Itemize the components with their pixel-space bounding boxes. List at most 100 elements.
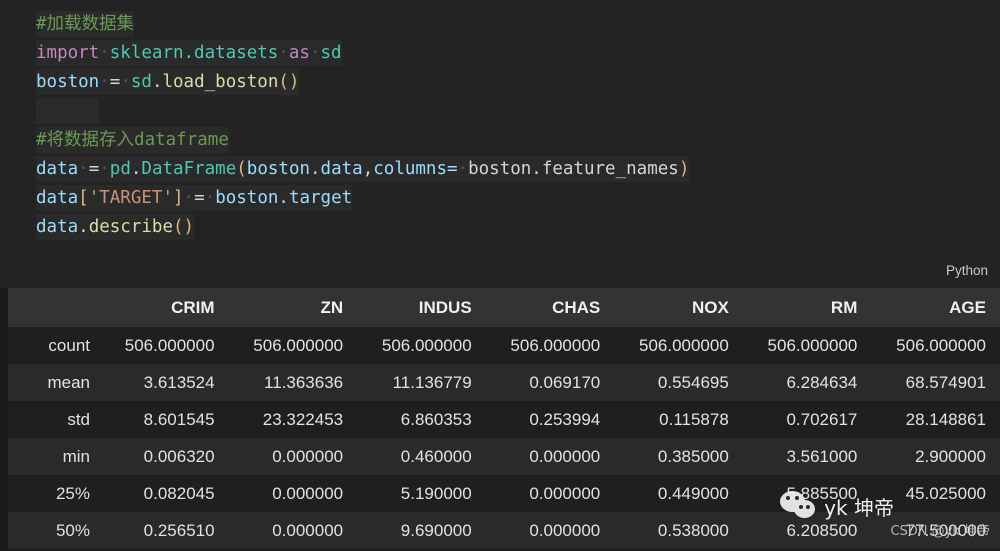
code-segment: data['TARGET']·=·boston.target: [36, 185, 353, 211]
code-token: #加载数据集: [36, 14, 135, 34]
table-cell: 9.690000: [400, 520, 472, 540]
table-cell: 6.860353: [400, 409, 472, 429]
row-index-cell: min: [62, 446, 90, 466]
code-token: load_boston: [162, 72, 279, 92]
code-token: boston.target: [215, 188, 353, 208]
code-token: (): [173, 217, 195, 237]
code-token: boston.data: [246, 159, 363, 179]
table-cell: 0.702617: [786, 409, 858, 429]
code-token: =: [88, 159, 100, 179]
code-token: ·: [278, 43, 289, 63]
table-row: count 506.000000 506.000000 506.000000 506.0…: [8, 327, 1000, 364]
code-token: as: [288, 43, 310, 63]
code-token: data: [36, 159, 79, 179]
code-token: [36, 98, 100, 124]
code-editor[interactable]: #加载数据集 import·sklearn.datasets·as·sd bosto…: [0, 10, 1000, 242]
table-row: min 0.006320 0.000000 0.460000 0.000000 0.385…: [8, 438, 1000, 475]
table-cell: 6.284634: [786, 372, 858, 392]
code-token: ·: [99, 159, 110, 179]
table-cell: 6.208500: [786, 520, 858, 540]
code-line: #加载数据集: [36, 10, 1000, 39]
column-header: CRIM: [171, 297, 215, 317]
table-cell: 8.601545: [143, 409, 215, 429]
code-token: (): [278, 72, 300, 92]
index-header: [8, 288, 100, 327]
table-cell: 0.000000: [529, 446, 601, 466]
table-cell: 0.000000: [529, 520, 601, 540]
code-token: DataFrame: [141, 159, 237, 179]
code-token: sd: [320, 43, 342, 63]
table-cell: 0.006320: [143, 446, 215, 466]
table-head: CRIM ZN INDUS CHAS NOX RM AGE: [8, 288, 1000, 327]
code-token: sklearn.datasets: [109, 43, 279, 63]
code-token: .: [130, 159, 142, 179]
table-cell: 506.000000: [638, 335, 729, 355]
code-line: data.describe(): [36, 213, 1000, 242]
column-header: INDUS: [418, 297, 472, 317]
code-token: data: [36, 217, 79, 237]
table-cell: 506.000000: [124, 335, 215, 355]
table-cell: 506.000000: [253, 335, 344, 355]
code-token: ·: [120, 72, 131, 92]
table-body: count 506.000000 506.000000 506.000000 506.0…: [8, 327, 1000, 549]
column-header: NOX: [691, 297, 729, 317]
language-label: Python: [945, 263, 988, 278]
row-index-cell: mean: [47, 372, 90, 392]
code-line: data·=·pd.DataFrame(boston.data,columns=…: [36, 155, 1000, 184]
row-index-cell: std: [67, 409, 90, 429]
code-token: boston: [36, 72, 100, 92]
table-cell: 0.115878: [659, 409, 729, 429]
code-segment: #加载数据集: [36, 11, 135, 37]
table-row: std 8.601545 23.322453 6.860353 0.253994 0.11…: [8, 401, 1000, 438]
column-header: CHAS: [552, 297, 601, 317]
table-cell: 3.613524: [143, 372, 215, 392]
table-row: 50% 0.256510 0.000000 9.690000 0.000000 0.538…: [8, 512, 1000, 549]
table-cell: 506.000000: [510, 335, 601, 355]
dataframe-table: CRIM ZN INDUS CHAS NOX RM AGE count 506.000000 5…: [8, 288, 1000, 549]
table-cell: 0.082045: [143, 483, 215, 503]
code-cell: #加载数据集 import·sklearn.datasets·as·sd bosto…: [0, 0, 1000, 288]
code-line: data['TARGET']·=·boston.target: [36, 184, 1000, 213]
code-token: boston.feature_names: [468, 159, 679, 179]
table-cell: 0.460000: [400, 446, 472, 466]
code-token: sd: [130, 72, 152, 92]
table-cell: 28.148861: [905, 409, 986, 429]
table-cell: 11.136779: [392, 372, 472, 392]
table-cell: 23.322453: [262, 409, 344, 429]
code-token: columns=: [373, 159, 458, 179]
column-header: ZN: [320, 297, 344, 317]
row-index-cell: 25%: [55, 483, 90, 503]
table-cell: 0.000000: [272, 483, 344, 503]
table-cell: 506.000000: [896, 335, 986, 355]
row-index-cell: count: [48, 335, 90, 355]
code-token: =: [194, 188, 205, 208]
code-token: describe: [88, 217, 173, 237]
table-cell: 0.000000: [529, 483, 601, 503]
code-segment: boston·=·sd.load_boston(): [36, 69, 300, 95]
table-cell: 68.574901: [905, 372, 986, 392]
table-cell: 0.069170: [529, 372, 601, 392]
table-cell: 506.000000: [381, 335, 472, 355]
code-token: ·: [99, 72, 110, 92]
table-cell: 45.025000: [905, 483, 986, 503]
table-cell: 506.000000: [767, 335, 858, 355]
column-header: RM: [830, 297, 858, 317]
code-segment: #将数据存入dataframe: [36, 127, 229, 153]
table-cell: 2.900000: [915, 446, 986, 466]
table-row: mean 3.613524 11.363636 11.136779 0.069170 0.…: [8, 364, 1000, 401]
code-token: ·: [457, 159, 469, 179]
row-index-cell: 50%: [55, 520, 90, 540]
output-area: CRIM ZN INDUS CHAS NOX RM AGE count 506.000000 5…: [0, 288, 1000, 551]
code-token: data: [36, 188, 79, 208]
table-cell: 5.190000: [400, 483, 472, 503]
code-token: pd: [109, 159, 131, 179]
code-line: boston·=·sd.load_boston(): [36, 68, 1000, 97]
code-token: 'TARGET': [88, 188, 173, 208]
code-token: ·: [309, 43, 321, 63]
column-header: AGE: [949, 297, 986, 317]
code-token: ·: [78, 159, 89, 179]
table-cell: 5.885500: [786, 483, 858, 503]
code-token: .: [151, 72, 163, 92]
code-token: ,: [362, 159, 374, 179]
table-row: 25% 0.082045 0.000000 5.190000 0.000000 0.449…: [8, 475, 1000, 512]
